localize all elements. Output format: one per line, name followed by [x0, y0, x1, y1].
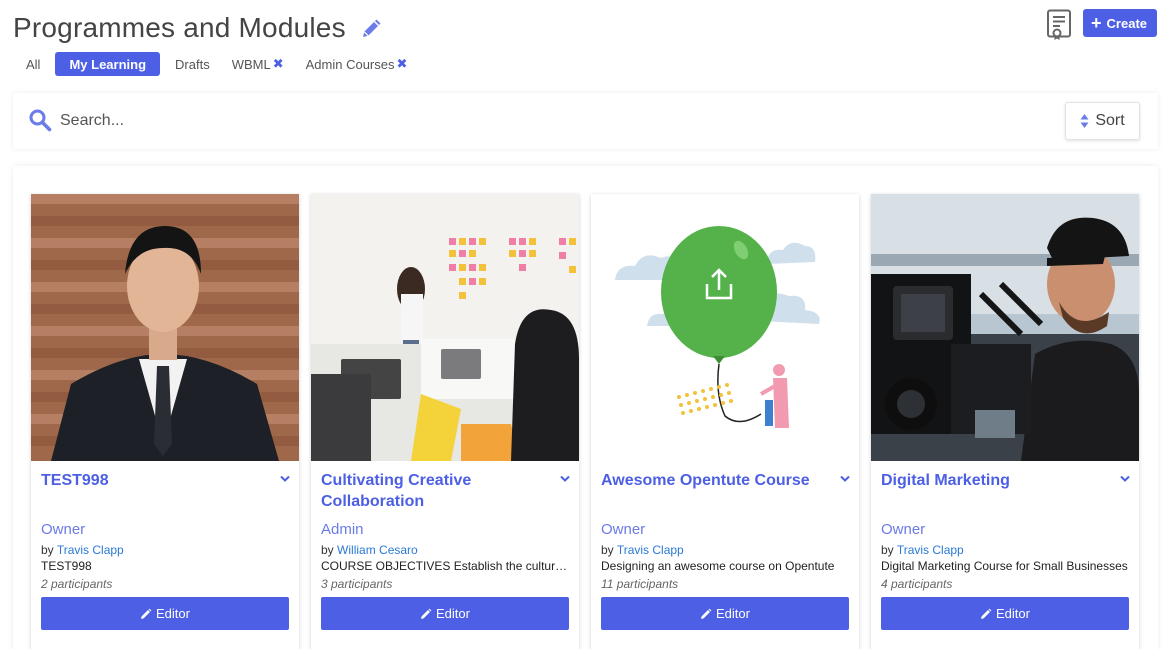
filter-tabs: All My Learning Drafts WBML ✖ Admin Cour… — [19, 52, 422, 76]
author-link[interactable]: Travis Clapp — [57, 543, 124, 557]
chevron-down-icon[interactable] — [840, 475, 850, 483]
course-role: Owner — [881, 521, 926, 538]
search-bar: Sort — [13, 93, 1158, 149]
certificate-icon[interactable] — [1046, 9, 1074, 41]
course-byline: by Travis Clapp — [41, 543, 124, 557]
course-byline: by Travis Clapp — [601, 543, 684, 557]
editor-button[interactable]: Editor — [41, 597, 289, 630]
tab-label: My Learning — [69, 56, 147, 72]
tab-all[interactable]: All — [19, 52, 47, 76]
header-actions: + Create — [1046, 9, 1157, 41]
plus-icon: + — [1091, 13, 1102, 33]
author-link[interactable]: Travis Clapp — [617, 543, 684, 557]
participant-count: 4 participants — [881, 577, 953, 591]
search-input[interactable] — [60, 107, 760, 135]
editor-button[interactable]: Editor — [881, 597, 1129, 630]
course-thumbnail[interactable] — [31, 194, 299, 461]
tab-wbml[interactable]: WBML ✖ — [225, 52, 291, 76]
course-description: Designing an awesome course on Opentute — [601, 559, 835, 573]
participant-count: 2 participants — [41, 577, 113, 591]
course-thumbnail[interactable] — [311, 194, 579, 461]
remove-tab-icon[interactable]: ✖ — [273, 56, 284, 72]
participant-count: 3 participants — [321, 577, 393, 591]
tab-label: Admin Courses — [305, 56, 395, 72]
course-description: COURSE OBJECTIVES Establish the culture … — [321, 559, 569, 573]
course-card[interactable]: Cultivating Creative Collaboration Admin… — [311, 194, 579, 649]
by-prefix: by — [41, 543, 54, 557]
pencil-icon — [421, 608, 432, 619]
search-icon — [29, 109, 52, 132]
by-prefix: by — [601, 543, 614, 557]
course-card[interactable]: Awesome Opentute Course Owner by Travis … — [591, 194, 859, 649]
course-description: TEST998 — [41, 559, 92, 573]
tab-label: Drafts — [175, 56, 210, 72]
participant-count: 11 participants — [601, 577, 679, 591]
editor-button[interactable]: Editor — [601, 597, 849, 630]
author-link[interactable]: William Cesaro — [337, 543, 418, 557]
by-prefix: by — [881, 543, 894, 557]
create-button-label: Create — [1106, 15, 1147, 31]
sort-button[interactable]: Sort — [1065, 102, 1140, 140]
course-card[interactable]: TEST998 Owner by Travis Clapp TEST998 2 … — [31, 194, 299, 649]
course-title[interactable]: Cultivating Creative Collaboration — [321, 470, 543, 512]
pencil-icon — [701, 608, 712, 619]
course-grid: TEST998 Owner by Travis Clapp TEST998 2 … — [13, 166, 1158, 649]
course-thumbnail[interactable] — [871, 194, 1139, 461]
chevron-down-icon[interactable] — [1120, 475, 1130, 483]
sort-icon — [1080, 114, 1089, 128]
course-title[interactable]: Digital Marketing — [881, 470, 1103, 491]
course-description: Digital Marketing Course for Small Busin… — [881, 559, 1128, 573]
page-header: Programmes and Modules — [13, 12, 384, 44]
course-role: Admin — [321, 521, 364, 538]
course-title[interactable]: Awesome Opentute Course — [601, 470, 823, 491]
chevron-down-icon[interactable] — [280, 475, 290, 483]
editor-button-label: Editor — [716, 606, 750, 621]
chevron-down-icon[interactable] — [560, 475, 570, 483]
course-byline: by William Cesaro — [321, 543, 418, 557]
course-title[interactable]: TEST998 — [41, 470, 263, 491]
pencil-icon — [141, 608, 152, 619]
course-role: Owner — [41, 521, 86, 538]
editor-button-label: Editor — [996, 606, 1030, 621]
editor-button-label: Editor — [436, 606, 470, 621]
course-byline: by Travis Clapp — [881, 543, 964, 557]
editor-button-label: Editor — [156, 606, 190, 621]
tab-admin-courses[interactable]: Admin Courses ✖ — [299, 52, 415, 76]
tab-my-learning[interactable]: My Learning — [55, 52, 161, 76]
course-card[interactable]: Digital Marketing Owner by Travis Clapp … — [871, 194, 1139, 649]
by-prefix: by — [321, 543, 334, 557]
course-thumbnail[interactable] — [591, 194, 859, 461]
editor-button[interactable]: Editor — [321, 597, 569, 630]
pencil-icon — [981, 608, 992, 619]
page-title: Programmes and Modules — [13, 12, 346, 43]
tab-drafts[interactable]: Drafts — [168, 52, 217, 76]
pencil-icon[interactable] — [360, 16, 384, 40]
tab-label: All — [26, 56, 41, 72]
tab-label: WBML — [231, 56, 271, 72]
remove-tab-icon[interactable]: ✖ — [396, 56, 407, 72]
author-link[interactable]: Travis Clapp — [897, 543, 964, 557]
sort-label: Sort — [1095, 112, 1125, 129]
course-role: Owner — [601, 521, 646, 538]
create-button[interactable]: + Create — [1083, 9, 1157, 37]
